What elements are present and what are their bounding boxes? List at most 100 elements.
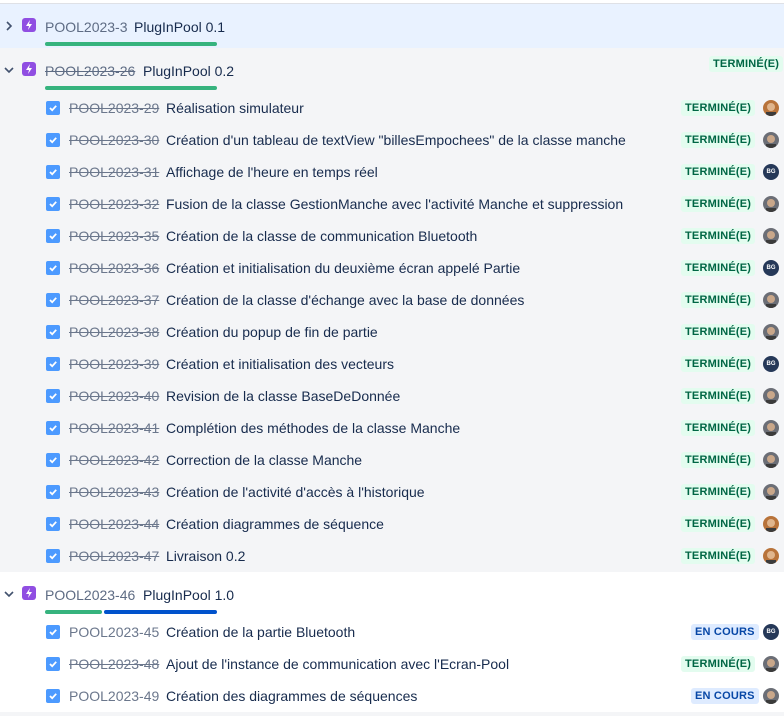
task-key[interactable]: POOL2023-48 (69, 656, 159, 672)
task-key[interactable]: POOL2023-30 (69, 132, 159, 148)
status-badge[interactable]: TERMINÉ(E) (681, 548, 756, 564)
status-badge[interactable]: TERMINÉ(E) (681, 388, 756, 404)
avatar[interactable]: BG (763, 356, 779, 372)
task-summary[interactable]: Création d'un tableau de textView "bille… (166, 132, 626, 148)
epic-key[interactable]: POOL2023-46 (45, 587, 135, 603)
task-key[interactable]: POOL2023-36 (69, 260, 159, 276)
avatar[interactable] (763, 548, 779, 564)
task-summary[interactable]: Création de la partie Bluetooth (166, 624, 355, 640)
task-row[interactable]: POOL2023-38 Création du popup de fin de p… (0, 316, 784, 348)
avatar[interactable] (763, 228, 779, 244)
status-badge[interactable]: EN COURS (691, 624, 759, 640)
task-summary[interactable]: Création diagrammes de séquence (166, 516, 384, 532)
status-badge[interactable]: TERMINÉ(E) (681, 516, 756, 532)
status-badge[interactable]: TERMINÉ(E) (709, 56, 784, 72)
task-summary[interactable]: Création du popup de fin de partie (166, 324, 378, 340)
task-key[interactable]: POOL2023-31 (69, 164, 159, 180)
task-summary[interactable]: Création et initialisation des vecteurs (166, 356, 394, 372)
task-row[interactable]: POOL2023-43 Création de l'activité d'accè… (0, 476, 784, 508)
task-row[interactable]: POOL2023-40 Revision de la classe BaseDeD… (0, 380, 784, 412)
epic-key[interactable]: POOL2023-3 (45, 19, 128, 35)
task-summary[interactable]: Livraison 0.2 (166, 548, 245, 564)
task-key[interactable]: POOL2023-35 (69, 228, 159, 244)
status-badge[interactable]: TERMINÉ(E) (681, 452, 756, 468)
status-badge[interactable]: TERMINÉ(E) (681, 324, 756, 340)
avatar[interactable] (763, 656, 779, 672)
avatar[interactable] (763, 388, 779, 404)
task-summary[interactable]: Ajout de l'instance de communication ave… (166, 656, 509, 672)
task-key[interactable]: POOL2023-37 (69, 292, 159, 308)
status-badge[interactable]: TERMINÉ(E) (681, 292, 756, 308)
task-key[interactable]: POOL2023-41 (69, 420, 159, 436)
task-row[interactable]: POOL2023-41 Complétion des méthodes de la… (0, 412, 784, 444)
task-key[interactable]: POOL2023-38 (69, 324, 159, 340)
status-badge[interactable]: TERMINÉ(E) (681, 260, 756, 276)
avatar[interactable] (763, 292, 779, 308)
epic-row[interactable]: POOL2023-46 PlugInPool 1.0 (0, 572, 784, 616)
chevron-down-icon[interactable] (3, 63, 15, 75)
task-row[interactable]: POOL2023-47 Livraison 0.2 TERMINÉ(E) (0, 540, 784, 572)
avatar[interactable]: BG (763, 624, 779, 640)
task-summary[interactable]: Correction de la classe Manche (166, 452, 362, 468)
chevron-right-icon[interactable] (3, 19, 15, 31)
avatar[interactable] (763, 420, 779, 436)
task-row[interactable]: POOL2023-37 Création de la classe d'échan… (0, 284, 784, 316)
task-summary[interactable]: Affichage de l'heure en temps réel (166, 164, 378, 180)
task-row[interactable]: POOL2023-35 Création de la classe de comm… (0, 220, 784, 252)
status-badge[interactable]: TERMINÉ(E) (681, 420, 756, 436)
task-row[interactable]: POOL2023-36 Création et initialisation du… (0, 252, 784, 284)
task-row[interactable]: POOL2023-44 Création diagrammes de séquen… (0, 508, 784, 540)
task-summary[interactable]: Création des diagrammes de séquences (166, 688, 417, 704)
status-badge[interactable]: TERMINÉ(E) (681, 196, 756, 212)
epic-summary[interactable]: PlugInPool 0.2 (143, 63, 234, 79)
status-badge[interactable]: TERMINÉ(E) (681, 228, 756, 244)
task-summary[interactable]: Revision de la classe BaseDeDonnée (166, 388, 400, 404)
task-row[interactable]: POOL2023-48 Ajout de l'instance de commun… (0, 648, 784, 680)
avatar[interactable] (763, 324, 779, 340)
status-badge[interactable]: TERMINÉ(E) (681, 132, 756, 148)
task-row[interactable]: POOL2023-30 Création d'un tableau de text… (0, 124, 784, 156)
avatar[interactable]: BG (763, 260, 779, 276)
task-key[interactable]: POOL2023-44 (69, 516, 159, 532)
task-row[interactable]: POOL2023-42 Correction de la classe Manch… (0, 444, 784, 476)
epic-row[interactable]: POOL2023-3 PlugInPool 0.1 (0, 4, 784, 48)
epic-summary[interactable]: PlugInPool 0.1 (134, 19, 225, 35)
task-key[interactable]: POOL2023-29 (69, 100, 159, 116)
task-row[interactable]: POOL2023-32 Fusion de la classe GestionMa… (0, 188, 784, 220)
task-key[interactable]: POOL2023-45 (69, 624, 159, 640)
task-row[interactable]: POOL2023-49 Création des diagrammes de sé… (0, 680, 784, 712)
task-row[interactable]: POOL2023-39 Création et initialisation de… (0, 348, 784, 380)
task-key[interactable]: POOL2023-40 (69, 388, 159, 404)
status-badge[interactable]: TERMINÉ(E) (681, 484, 756, 500)
task-row[interactable]: POOL2023-31 Affichage de l'heure en temps… (0, 156, 784, 188)
epic-summary[interactable]: PlugInPool 1.0 (143, 587, 234, 603)
status-badge[interactable]: TERMINÉ(E) (681, 100, 756, 116)
task-key[interactable]: POOL2023-49 (69, 688, 159, 704)
avatar[interactable] (763, 484, 779, 500)
task-key[interactable]: POOL2023-32 (69, 196, 159, 212)
task-key[interactable]: POOL2023-39 (69, 356, 159, 372)
status-badge[interactable]: TERMINÉ(E) (681, 356, 756, 372)
chevron-down-icon[interactable] (3, 587, 15, 599)
task-summary[interactable]: Création de l'activité d'accès à l'histo… (166, 484, 425, 500)
status-badge[interactable]: EN COURS (691, 688, 759, 704)
task-key[interactable]: POOL2023-47 (69, 548, 159, 564)
avatar[interactable] (763, 688, 779, 704)
task-row[interactable]: POOL2023-29 Réalisation simulateur TERMINÉ… (0, 92, 784, 124)
task-summary[interactable]: Création de la classe de communication B… (166, 228, 477, 244)
avatar[interactable] (763, 132, 779, 148)
avatar[interactable] (763, 100, 779, 116)
epic-row[interactable]: POOL2023-26 PlugInPool 0.2 TERMINÉ(E) (0, 48, 784, 92)
task-summary[interactable]: Réalisation simulateur (166, 100, 304, 116)
status-badge[interactable]: TERMINÉ(E) (681, 164, 756, 180)
task-summary[interactable]: Création de la classe d'échange avec la … (166, 292, 524, 308)
avatar[interactable] (763, 516, 779, 532)
status-badge[interactable]: TERMINÉ(E) (681, 656, 756, 672)
epic-key[interactable]: POOL2023-26 (45, 63, 135, 79)
task-key[interactable]: POOL2023-43 (69, 484, 159, 500)
task-row[interactable]: POOL2023-45 Création de la partie Bluetoo… (0, 616, 784, 648)
avatar[interactable] (763, 196, 779, 212)
task-summary[interactable]: Fusion de la classe GestionManche avec l… (166, 196, 623, 212)
avatar[interactable]: BG (763, 164, 779, 180)
task-summary[interactable]: Création et initialisation du deuxième é… (166, 260, 520, 276)
